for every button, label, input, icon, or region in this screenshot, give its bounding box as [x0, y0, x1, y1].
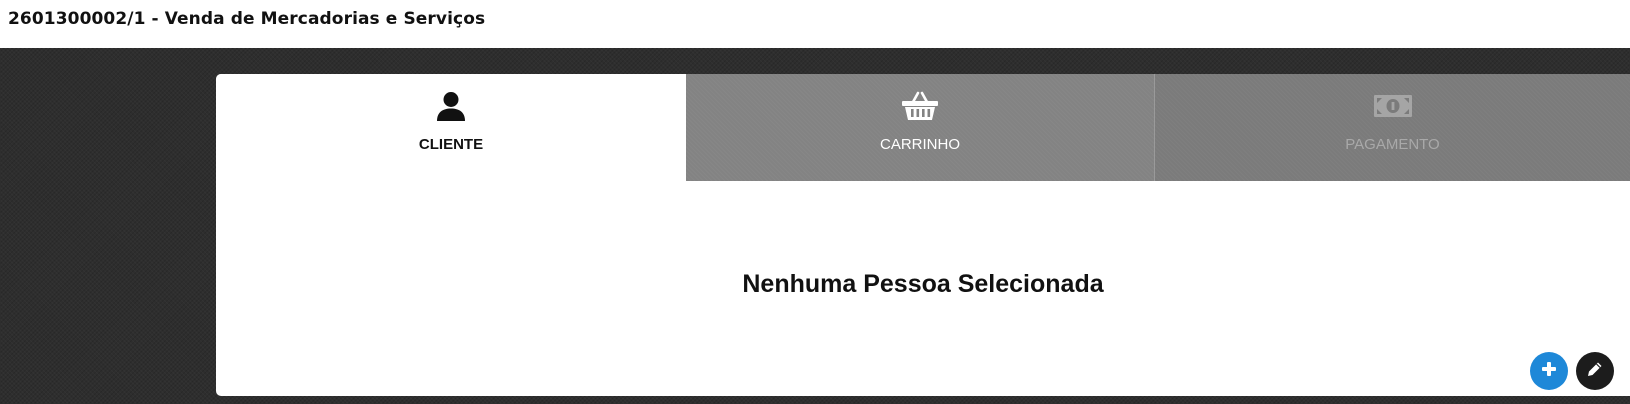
title-bar: 2601300002/1 - Venda de Mercadorias e Se… [0, 0, 1630, 48]
plus-icon [1541, 361, 1557, 382]
tab-label-carrinho: CARRINHO [879, 136, 960, 153]
tab-pagamento[interactable]: PAGAMENTO [1155, 74, 1630, 181]
add-person-button[interactable] [1530, 352, 1568, 390]
window-title: 2601300002/1 - Venda de Mercadorias e Se… [8, 9, 486, 29]
money-icon [1373, 89, 1413, 123]
tab-cliente[interactable]: CLIENTE [216, 74, 686, 181]
tab-label-cliente: CLIENTE [418, 136, 484, 153]
tab-label-pagamento: PAGAMENTO [1345, 136, 1440, 153]
person-icon [431, 89, 471, 123]
tab-carrinho[interactable]: CARRINHO [686, 74, 1155, 181]
basket-icon [900, 89, 940, 123]
pencil-icon [1587, 361, 1603, 382]
sale-panel: CLIENTE CARRINHO PAGAMENTO Nenhuma Pesso… [216, 74, 1630, 396]
step-tabs: CLIENTE CARRINHO PAGAMENTO [216, 74, 1630, 181]
empty-state-message: Nenhuma Pessoa Selecionada [742, 270, 1104, 298]
edit-person-button[interactable] [1576, 352, 1614, 390]
